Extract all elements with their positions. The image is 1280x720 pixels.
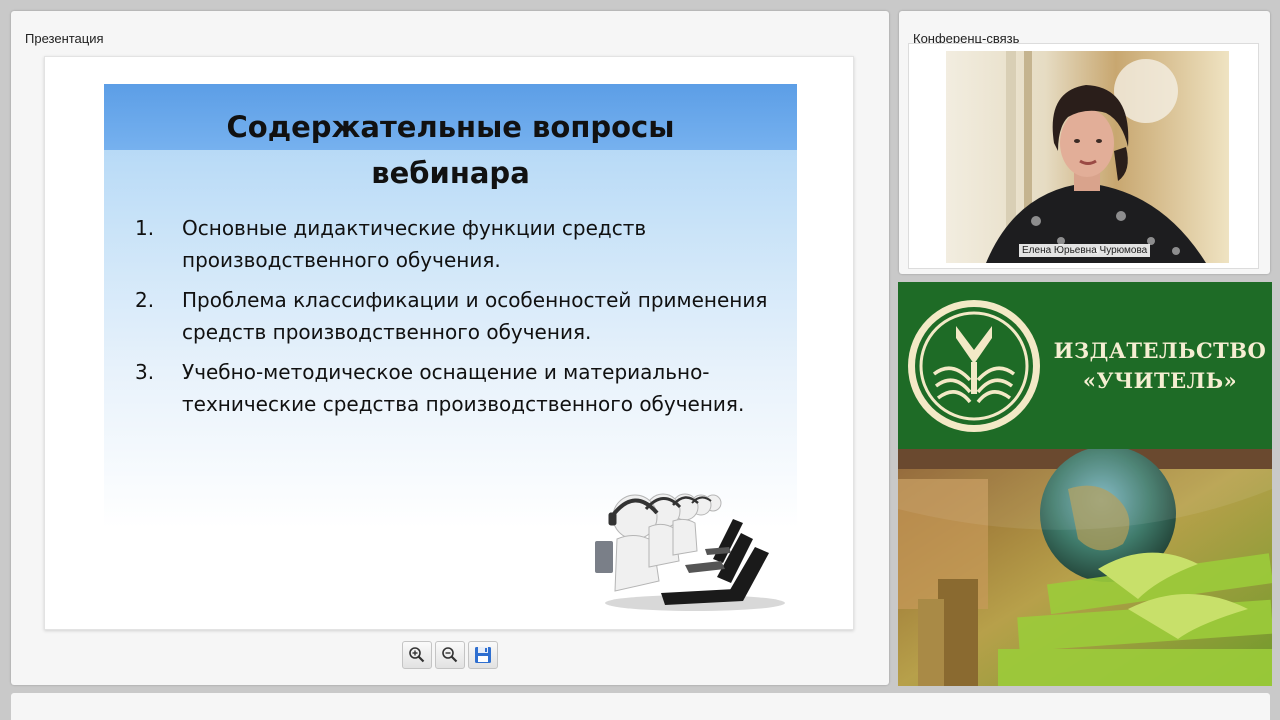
speaker-name-label: Елена Юрьевна Чурюмова bbox=[1019, 244, 1151, 257]
slide-viewer[interactable]: Содержательные вопросы вебинара 1. Основн… bbox=[44, 56, 854, 630]
slide-list-item: 2. Проблема классификации и особенностей … bbox=[104, 284, 784, 348]
floppy-disk-icon bbox=[475, 647, 491, 663]
presentation-panel: Презентация Содержательные вопросы вебин… bbox=[11, 11, 889, 685]
slide-list: 1. Основные дидактические функции средств… bbox=[104, 212, 784, 428]
publisher-name-line1: ИЗДАТЕЛЬСТВО bbox=[1053, 338, 1267, 363]
list-item-number: 3. bbox=[135, 360, 155, 384]
slide-title-line2: вебинара bbox=[371, 156, 530, 190]
publisher-logo-area: ИЗДАТЕЛЬСТВО «УЧИТЕЛЬ» bbox=[898, 282, 1272, 449]
slide-toolbar bbox=[402, 641, 498, 671]
publisher-banner[interactable]: ИЗДАТЕЛЬСТВО «УЧИТЕЛЬ» bbox=[898, 282, 1272, 686]
publisher-name: ИЗДАТЕЛЬСТВО «УЧИТЕЛЬ» bbox=[1050, 336, 1270, 396]
list-item-number: 2. bbox=[135, 288, 155, 312]
slide-title: Содержательные вопросы вебинара bbox=[104, 104, 797, 196]
slide-list-item: 3. Учебно-методическое оснащение и матери… bbox=[104, 356, 784, 420]
zoom-out-button[interactable] bbox=[435, 641, 465, 669]
slide-title-line1: Содержательные вопросы bbox=[226, 110, 675, 144]
speaker-video-frame bbox=[946, 51, 1229, 263]
books-and-globe-image bbox=[898, 449, 1272, 686]
list-item-number: 1. bbox=[135, 216, 155, 240]
slide-list-item: 1. Основные дидактические функции средств… bbox=[104, 212, 784, 276]
video-container: Елена Юрьевна Чурюмова bbox=[908, 43, 1259, 269]
presentation-panel-title: Презентация bbox=[25, 31, 104, 46]
bottom-panel bbox=[11, 693, 1270, 720]
headset-operators-illustration bbox=[595, 493, 785, 611]
list-item-text: Основные дидактические функции средств п… bbox=[182, 216, 647, 272]
conference-panel: Конференц-связь Елена Юрьевна Чурюмова bbox=[899, 11, 1270, 274]
list-item-text: Проблема классификации и особенностей пр… bbox=[182, 288, 768, 344]
save-button[interactable] bbox=[468, 641, 498, 669]
zoom-in-icon bbox=[409, 647, 425, 663]
list-item-text: Учебно-методическое оснащение и материал… bbox=[182, 360, 745, 416]
speaker-video[interactable]: Елена Юрьевна Чурюмова bbox=[946, 51, 1229, 263]
publisher-logo-icon bbox=[908, 300, 1040, 432]
zoom-in-button[interactable] bbox=[402, 641, 432, 669]
publisher-name-line2: «УЧИТЕЛЬ» bbox=[1082, 368, 1238, 393]
zoom-out-icon bbox=[442, 647, 458, 663]
